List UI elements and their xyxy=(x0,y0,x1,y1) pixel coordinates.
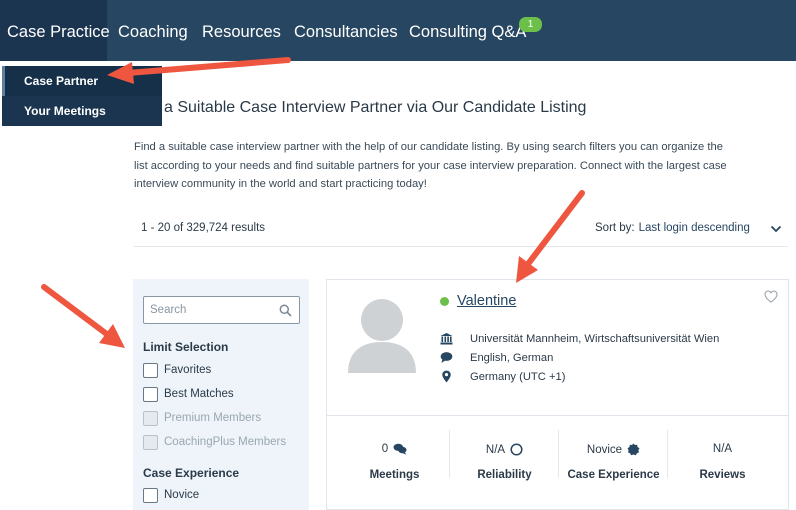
sort-control[interactable]: Sort by: Last login descending xyxy=(595,222,750,234)
online-status-dot xyxy=(440,297,449,306)
checkbox-disabled xyxy=(143,411,158,426)
stat-case-experience: Novice Case Experience xyxy=(559,427,668,487)
stat-reliability: N/A Reliability xyxy=(450,427,559,487)
candidate-card: Valentine Universität Mannheim, Wirtscha… xyxy=(326,279,789,510)
qa-count-badge: 1 xyxy=(519,17,542,32)
limit-selection-heading: Limit Selection xyxy=(143,340,229,354)
location-text: Germany (UTC +1) xyxy=(470,371,566,383)
candidate-name-link[interactable]: Valentine xyxy=(457,293,516,309)
university-text: Universität Mannheim, Wirtschaftsunivers… xyxy=(470,333,720,345)
stat-meetings: 0 Meetings xyxy=(340,427,449,487)
dropdown-item-case-partner[interactable]: Case Partner xyxy=(2,66,162,96)
arrow-to-candidate-name xyxy=(516,190,585,283)
checkbox-label: Premium Members xyxy=(164,412,262,424)
heart-icon[interactable] xyxy=(764,290,778,303)
sort-value[interactable]: Last login descending xyxy=(639,222,750,234)
checkbox-label: Best Matches xyxy=(164,388,234,400)
checkbox[interactable] xyxy=(143,387,158,402)
page-title: a Suitable Case Interview Partner via Ou… xyxy=(164,99,587,116)
checkbox-disabled xyxy=(143,435,158,450)
stat-label: Reviews xyxy=(699,469,746,481)
university-icon xyxy=(440,333,453,345)
dropdown-item-your-meetings[interactable]: Your Meetings xyxy=(2,96,162,126)
stat-value: Novice xyxy=(586,443,623,456)
nav-consultancies[interactable]: Consultancies xyxy=(294,0,398,61)
checkbox-label: CoachingPlus Members xyxy=(164,436,287,448)
search-input[interactable] xyxy=(150,300,275,320)
languages-text: English, German xyxy=(470,352,554,364)
chat-icon xyxy=(393,443,407,455)
intro-text: Find a suitable case interview partner w… xyxy=(134,141,727,190)
stat-value: N/A xyxy=(712,443,733,455)
nav-case-practice[interactable]: Case Practice xyxy=(0,0,110,61)
search-icon[interactable] xyxy=(279,304,292,317)
sort-label: Sort by: xyxy=(595,222,635,234)
stat-label: Reliability xyxy=(477,469,532,481)
results-count: 1 - 20 of 329,724 results xyxy=(141,222,266,234)
speech-bubble-icon xyxy=(440,352,453,363)
badge-icon xyxy=(627,443,640,456)
chevron-down-icon[interactable] xyxy=(770,224,782,234)
stat-value: 0 xyxy=(381,443,389,455)
checkbox[interactable] xyxy=(143,488,158,503)
checkbox[interactable] xyxy=(143,363,158,378)
search-field[interactable] xyxy=(143,296,300,324)
divider xyxy=(134,246,788,247)
checkbox-label: Novice xyxy=(164,489,200,501)
checkbox-label: Favorites xyxy=(164,364,212,376)
top-navigation: Case Practice Coaching Resources Consult… xyxy=(0,0,796,61)
stat-reviews: N/A Reviews xyxy=(668,427,777,487)
stat-value: N/A xyxy=(485,443,506,456)
arrow-to-limit-selection xyxy=(41,284,125,348)
filter-sidebar: Limit Selection Favorites Best Matches P… xyxy=(133,279,309,510)
stat-label: Meetings xyxy=(369,469,420,481)
case-experience-heading: Case Experience xyxy=(143,466,240,480)
card-divider xyxy=(327,415,788,416)
nav-resources[interactable]: Resources xyxy=(202,0,281,61)
stat-label: Case Experience xyxy=(567,469,660,481)
case-practice-dropdown: Case Partner Your Meetings xyxy=(2,66,162,126)
avatar-placeholder-icon[interactable] xyxy=(344,293,420,373)
map-pin-icon xyxy=(442,370,451,383)
nav-coaching[interactable]: Coaching xyxy=(118,0,188,61)
nav-consulting-qa[interactable]: Consulting Q&A xyxy=(409,0,526,61)
circle-icon xyxy=(510,443,523,456)
